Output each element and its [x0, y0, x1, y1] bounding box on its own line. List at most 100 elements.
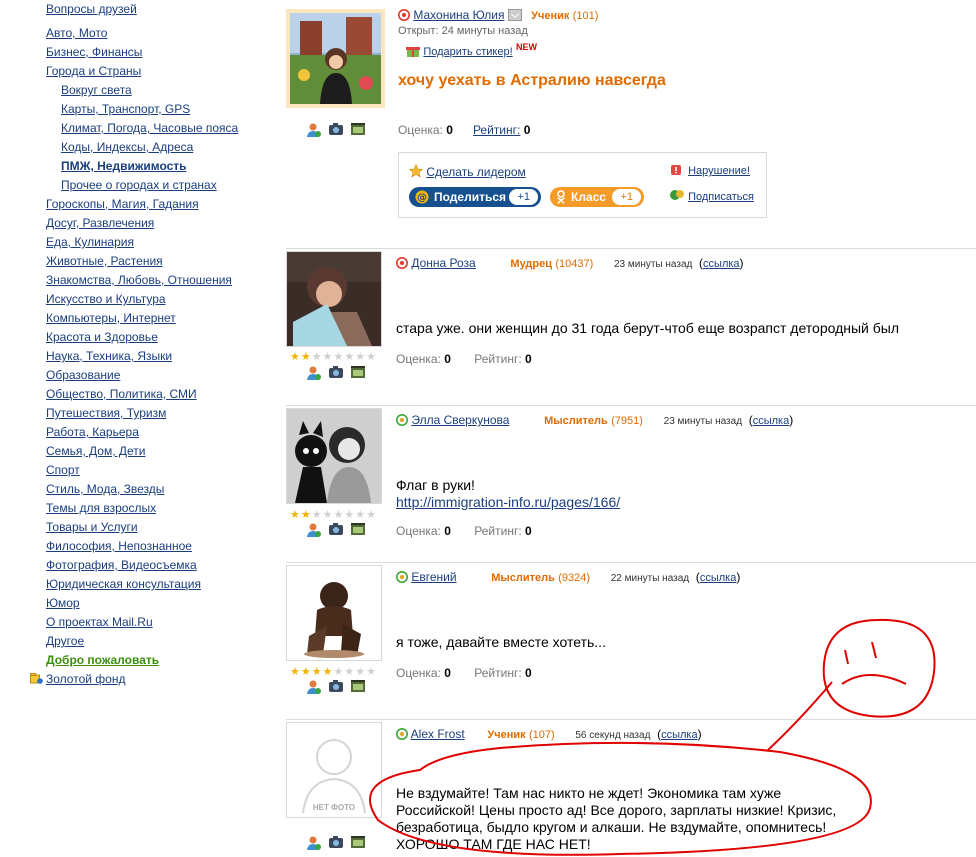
- photo-icon[interactable]: [328, 679, 346, 695]
- answer-permalink[interactable]: ссылка: [703, 258, 740, 270]
- answer-author-name[interactable]: Донна Роза: [411, 256, 475, 270]
- sidebar-item-philosophy[interactable]: Философия, Непознанное: [46, 539, 192, 553]
- video-icon[interactable]: [350, 365, 368, 381]
- sidebar-item-business[interactable]: Бизнес, Финансы: [46, 45, 142, 59]
- sidebar-item-humor[interactable]: Юмор: [46, 596, 80, 610]
- answer-4-avatar[interactable]: НЕТ ФОТО: [286, 722, 382, 818]
- answer-points: (107): [528, 729, 555, 741]
- friend-add-icon[interactable]: [306, 522, 324, 538]
- video-icon[interactable]: [350, 522, 368, 538]
- answer-2-text: Флаг в руки! http://immigration-info.ru/…: [396, 477, 620, 511]
- subscribe-link[interactable]: Подписаться: [688, 191, 754, 203]
- question-author-name[interactable]: Махонина Юлия: [413, 8, 504, 22]
- photo-icon[interactable]: [328, 835, 346, 851]
- video-icon[interactable]: [350, 835, 368, 851]
- sidebar-item-around-world[interactable]: Вокруг света: [61, 83, 132, 97]
- sidebar-item-animals[interactable]: Животные, Растения: [46, 254, 163, 268]
- sidebar-item-climate[interactable]: Климат, Погода, Часовые пояса: [61, 121, 238, 135]
- sidebar-item-friends-questions[interactable]: Вопросы друзей: [46, 2, 137, 16]
- answer-2-url[interactable]: http://immigration-info.ru/pages/166/: [396, 494, 620, 510]
- answer-permalink[interactable]: ссылка: [661, 729, 698, 741]
- friend-add-icon[interactable]: [306, 122, 324, 138]
- sidebar-item-legal[interactable]: Юридическая консультация: [46, 577, 201, 591]
- answer-author-name[interactable]: Элла Сверкунова: [411, 413, 509, 427]
- question-author-photo[interactable]: [290, 13, 381, 104]
- question-author-icons: [306, 122, 368, 138]
- friend-add-icon[interactable]: [306, 835, 324, 851]
- mail-agent-icon: @: [415, 190, 429, 204]
- speech-tail: [767, 681, 833, 751]
- sidebar-item-cities[interactable]: Города и Страны: [46, 64, 141, 78]
- sidebar-item-beauty[interactable]: Красота и Здоровье: [46, 330, 158, 344]
- make-leader[interactable]: Сделать лидером: [408, 163, 526, 179]
- share-label: Поделиться: [434, 190, 507, 204]
- answer-3-avatar[interactable]: [286, 565, 382, 661]
- rating-value: 0: [525, 352, 532, 366]
- sidebar-item-photo[interactable]: Фотография, Видеосъемка: [46, 558, 197, 572]
- answer-3-icons: [306, 679, 368, 695]
- answer-time: 23 минуты назад: [663, 416, 743, 427]
- sidebar-item-welcome[interactable]: Добро пожаловать: [46, 653, 159, 667]
- answer-1-text: стара уже. они женщин до 31 года берут-ч…: [396, 320, 900, 336]
- sidebar-item-family[interactable]: Семья, Дом, Дети: [46, 444, 145, 458]
- sidebar-item-sport[interactable]: Спорт: [46, 463, 80, 477]
- sidebar-item-travel[interactable]: Путешествия, Туризм: [46, 406, 166, 420]
- sidebar-item-other[interactable]: Другое: [46, 634, 84, 648]
- share-button[interactable]: @ Поделиться +1: [409, 187, 541, 207]
- star-icon: ★: [322, 666, 333, 678]
- friend-add-icon[interactable]: [306, 679, 324, 695]
- sidebar-item-mailru[interactable]: О проектах Mail.Ru: [46, 615, 153, 629]
- violation-link[interactable]: Нарушение!: [688, 165, 750, 177]
- video-icon[interactable]: [350, 122, 368, 138]
- sidebar-item-other-cities[interactable]: Прочее о городах и странах: [61, 178, 217, 192]
- answer-permalink[interactable]: ссылка: [753, 415, 790, 427]
- answer-1-score: Оценка: 0 Рейтинг: 0: [396, 352, 532, 366]
- sidebar-item-science[interactable]: Наука, Техника, Языки: [46, 349, 172, 363]
- sidebar-item-computers[interactable]: Компьютеры, Интернет: [46, 311, 176, 325]
- sidebar-item-adult[interactable]: Темы для взрослых: [46, 501, 156, 515]
- rating-link[interactable]: Рейтинг:: [473, 123, 520, 137]
- sidebar-item-work[interactable]: Работа, Карьера: [46, 425, 139, 439]
- photo-icon[interactable]: [328, 122, 346, 138]
- divider: [286, 562, 976, 563]
- report-violation[interactable]: Нарушение!: [671, 165, 750, 177]
- sidebar-item-residency[interactable]: ПМЖ, Недвижимость: [61, 159, 187, 173]
- answer-time: 23 минуты назад: [613, 259, 693, 270]
- sidebar-item-style[interactable]: Стиль, Мода, Звезды: [46, 482, 164, 496]
- divider: [286, 248, 976, 249]
- sidebar-item-gold-fund[interactable]: Золотой фонд: [46, 672, 125, 686]
- make-leader-link[interactable]: Сделать лидером: [426, 165, 525, 179]
- sidebar-item-leisure[interactable]: Досуг, Развлечения: [46, 216, 154, 230]
- subscribe[interactable]: Подписаться: [669, 188, 754, 203]
- photo-icon[interactable]: [328, 522, 346, 538]
- message-icon[interactable]: [507, 9, 522, 21]
- sidebar-item-codes[interactable]: Коды, Индексы, Адреса: [61, 140, 193, 154]
- sidebar-item-auto[interactable]: Авто, Мото: [46, 26, 107, 40]
- class-button[interactable]: Класс +1: [550, 187, 644, 207]
- sidebar-item-horoscopes[interactable]: Гороскопы, Магия, Гадания: [46, 197, 199, 211]
- sidebar-item-goods[interactable]: Товары и Услуги: [46, 520, 138, 534]
- sidebar-item-society[interactable]: Общество, Политика, СМИ: [46, 387, 197, 401]
- sidebar-item-dating[interactable]: Знакомства, Любовь, Отношения: [46, 273, 232, 287]
- answer-4-icons: [306, 835, 368, 851]
- question-author-rank: Ученик: [531, 10, 570, 22]
- new-badge: NEW: [516, 42, 538, 52]
- rating-label: Рейтинг:: [474, 666, 522, 680]
- photo-icon[interactable]: [328, 365, 346, 381]
- friend-add-icon[interactable]: [306, 365, 324, 381]
- rating-label: Рейтинг:: [474, 352, 522, 366]
- answer-author-name[interactable]: Alex Frost: [411, 727, 465, 741]
- sidebar-item-maps[interactable]: Карты, Транспорт, GPS: [61, 102, 190, 116]
- sidebar-item-food[interactable]: Еда, Кулинария: [46, 235, 134, 249]
- question-score: Оценка: 0 Рейтинг: 0: [398, 123, 530, 137]
- answer-permalink[interactable]: ссылка: [700, 572, 737, 584]
- sidebar-item-art[interactable]: Искусство и Культура: [46, 292, 166, 306]
- sidebar-item-education[interactable]: Образование: [46, 368, 120, 382]
- answer-author-name[interactable]: Евгений: [411, 570, 456, 584]
- video-icon[interactable]: [350, 679, 368, 695]
- answer-2-avatar[interactable]: [286, 408, 382, 504]
- answer-3-stars: ★ ★ ★ ★ ★ ★ ★ ★: [290, 667, 376, 678]
- gift-sticker-link[interactable]: Подарить стикер!: [423, 46, 512, 58]
- answer-1-avatar[interactable]: [286, 251, 382, 347]
- question-author-line: Махонина Юлия Ученик (101): [398, 8, 598, 22]
